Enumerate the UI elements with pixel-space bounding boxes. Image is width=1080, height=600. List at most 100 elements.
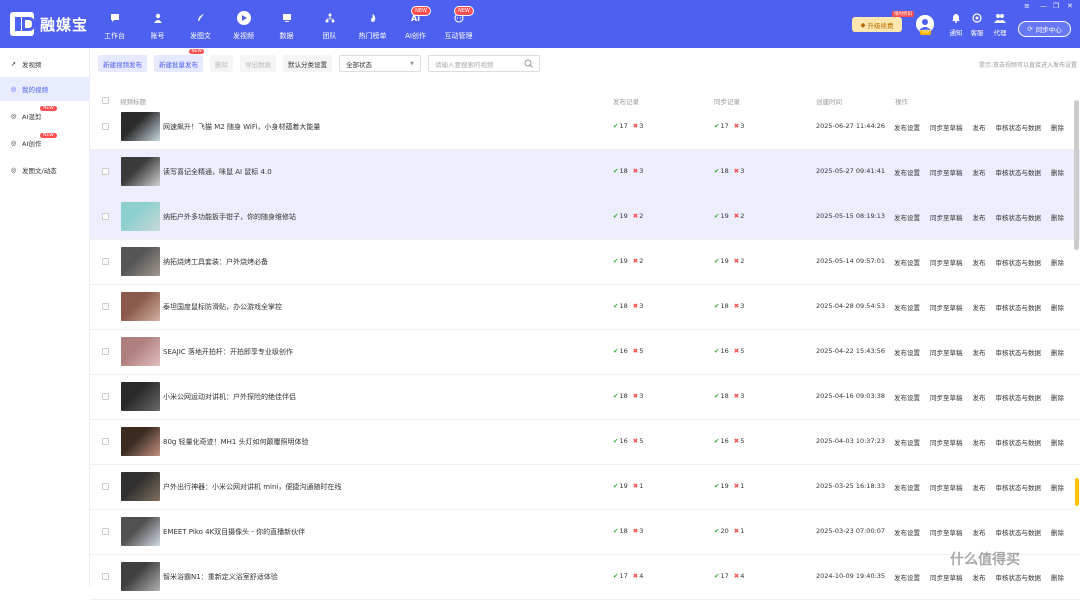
- sync-draft-link[interactable]: 同步至草稿: [930, 122, 963, 132]
- publish-settings-link[interactable]: 发布设置: [894, 392, 920, 402]
- nav-item-6[interactable]: 热门榜单: [351, 0, 394, 48]
- publish-link[interactable]: 发布: [973, 167, 986, 177]
- publish-settings-link[interactable]: 发布设置: [894, 572, 920, 582]
- sidebar-item-my-videos[interactable]: ◎ 我的视频: [0, 77, 90, 101]
- video-title[interactable]: 智米浴霸N1：重新定义浴室舒适体验: [163, 572, 278, 582]
- publish-record[interactable]: ✔ 17 ✖ 3: [613, 122, 643, 130]
- publish-settings-link[interactable]: 发布设置: [894, 437, 920, 447]
- publish-link[interactable]: 发布: [973, 392, 986, 402]
- search-icon[interactable]: [524, 59, 533, 68]
- video-thumbnail[interactable]: [121, 292, 160, 321]
- publish-settings-link[interactable]: 发布设置: [894, 257, 920, 267]
- delete-link[interactable]: 删除: [1051, 482, 1064, 492]
- video-thumbnail[interactable]: [121, 472, 160, 501]
- video-thumbnail[interactable]: [121, 517, 160, 546]
- review-status-link[interactable]: 审核状态与数据: [996, 212, 1042, 222]
- row-checkbox[interactable]: [102, 348, 109, 355]
- sync-draft-link[interactable]: 同步至草稿: [930, 392, 963, 402]
- delete-link[interactable]: 删除: [1051, 167, 1064, 177]
- export-button[interactable]: 导出数据: [240, 55, 276, 72]
- publish-settings-link[interactable]: 发布设置: [894, 212, 920, 222]
- maximize-icon[interactable]: ❐: [1053, 2, 1059, 10]
- sync-draft-link[interactable]: 同步至草稿: [930, 572, 963, 582]
- sync-draft-link[interactable]: 同步至草稿: [930, 482, 963, 492]
- table-row[interactable]: 小米公网运动对讲机：户外探险的绝佳伴侣 ✔ 18 ✖ 3 ✔ 18 ✖ 3 2025-04-16 …: [90, 375, 1080, 420]
- sync-draft-link[interactable]: 同步至草稿: [930, 437, 963, 447]
- video-title[interactable]: 纳拓烧烤工具套装：户外烧烤必备: [163, 257, 268, 267]
- agent-button[interactable]: 代理: [988, 13, 1012, 37]
- publish-link[interactable]: 发布: [973, 257, 986, 267]
- video-title[interactable]: 网速飙升！飞猫 M2 随身 WiFi，小身材蕴着大能量: [163, 122, 320, 132]
- publish-link[interactable]: 发布: [973, 572, 986, 582]
- delete-link[interactable]: 删除: [1051, 257, 1064, 267]
- publish-settings-link[interactable]: 发布设置: [894, 347, 920, 357]
- video-thumbnail[interactable]: [121, 382, 160, 411]
- publish-record[interactable]: ✔ 19 ✖ 2: [613, 257, 643, 265]
- table-row[interactable]: EMEET Piko 4K双目摄像头 - 你的直播新伙伴 ✔ 18 ✖ 3 ✔ 20 ✖ 1 20…: [90, 510, 1080, 555]
- sidebar-item-send-video[interactable]: ➚ 发视频: [0, 52, 90, 76]
- nav-item-7[interactable]: Ai AI创作 NEW: [394, 0, 437, 48]
- nav-item-5[interactable]: 团队: [308, 0, 351, 48]
- publish-record[interactable]: ✔ 18 ✖ 3: [613, 392, 643, 400]
- table-row[interactable]: 纳拓户外多功能扳手钳子，你的随身维修站 ✔ 19 ✖ 2 ✔ 19 ✖ 2 2025-05-15 …: [90, 195, 1080, 240]
- video-title[interactable]: 泰坦国度鼠标防滑贴，办公游戏全掌控: [163, 302, 282, 312]
- sync-record[interactable]: ✔ 20 ✖ 1: [714, 527, 744, 535]
- sync-record[interactable]: ✔ 16 ✖ 5: [714, 437, 744, 445]
- review-status-link[interactable]: 审核状态与数据: [996, 527, 1042, 537]
- sync-record[interactable]: ✔ 18 ✖ 3: [714, 302, 744, 310]
- video-title[interactable]: 纳拓户外多功能扳手钳子，你的随身维修站: [163, 212, 296, 222]
- table-row[interactable]: 智米浴霸N1：重新定义浴室舒适体验 ✔ 17 ✖ 4 ✔ 17 ✖ 4 2024-10-09 19…: [90, 555, 1080, 600]
- delete-link[interactable]: 删除: [1051, 437, 1064, 447]
- delete-link[interactable]: 删除: [1051, 302, 1064, 312]
- sync-record[interactable]: ✔ 19 ✖ 1: [714, 482, 744, 490]
- sync-draft-link[interactable]: 同步至草稿: [930, 167, 963, 177]
- delete-link[interactable]: 删除: [1051, 122, 1064, 132]
- sync-record[interactable]: ✔ 19 ✖ 2: [714, 212, 744, 220]
- scrollbar[interactable]: [1074, 100, 1079, 250]
- table-row[interactable]: 读写喜记全精通，咪鼠 AI 鼠标 4.0 ✔ 18 ✖ 3 ✔ 18 ✖ 3 2025-05-27…: [90, 150, 1080, 195]
- publish-settings-link[interactable]: 发布设置: [894, 122, 920, 132]
- video-thumbnail[interactable]: [121, 247, 160, 276]
- nav-item-1[interactable]: 账号: [136, 0, 179, 48]
- publish-record[interactable]: ✔ 16 ✖ 5: [613, 347, 643, 355]
- nav-item-4[interactable]: 数据: [265, 0, 308, 48]
- review-status-link[interactable]: 审核状态与数据: [996, 122, 1042, 132]
- review-status-link[interactable]: 审核状态与数据: [996, 437, 1042, 447]
- publish-link[interactable]: 发布: [973, 302, 986, 312]
- sync-record[interactable]: ✔ 18 ✖ 3: [714, 392, 744, 400]
- sync-draft-link[interactable]: 同步至草稿: [930, 257, 963, 267]
- minimize-icon[interactable]: —: [1040, 2, 1047, 10]
- publish-record[interactable]: ✔ 19 ✖ 1: [613, 482, 643, 490]
- delete-link[interactable]: 删除: [1051, 212, 1064, 222]
- row-checkbox[interactable]: [102, 528, 109, 535]
- video-title[interactable]: 户外出行神器：小米公网对讲机 mini，便捷沟通随时在线: [163, 482, 341, 492]
- publish-record[interactable]: ✔ 18 ✖ 3: [613, 527, 643, 535]
- review-status-link[interactable]: 审核状态与数据: [996, 482, 1042, 492]
- new-video-button[interactable]: 新建视频发布: [98, 55, 147, 72]
- publish-record[interactable]: ✔ 16 ✖ 5: [613, 437, 643, 445]
- sync-draft-link[interactable]: 同步至草稿: [930, 302, 963, 312]
- row-checkbox[interactable]: [102, 123, 109, 130]
- menu-icon[interactable]: ≡: [1024, 2, 1030, 10]
- delete-link[interactable]: 删除: [1051, 392, 1064, 402]
- app-logo[interactable]: 融媒宝: [10, 12, 88, 36]
- row-checkbox[interactable]: [102, 168, 109, 175]
- default-category-button[interactable]: 默认分类设置: [283, 55, 332, 72]
- sync-draft-link[interactable]: 同步至草稿: [930, 527, 963, 537]
- publish-settings-link[interactable]: 发布设置: [894, 302, 920, 312]
- video-thumbnail[interactable]: [121, 337, 160, 366]
- sync-record[interactable]: ✔ 17 ✖ 3: [714, 122, 744, 130]
- nav-item-0[interactable]: 工作台: [93, 0, 136, 48]
- delete-button[interactable]: 删除: [210, 55, 233, 72]
- table-row[interactable]: 纳拓烧烤工具套装：户外烧烤必备 ✔ 19 ✖ 2 ✔ 19 ✖ 2 2025-05-14 09:5…: [90, 240, 1080, 285]
- review-status-link[interactable]: 审核状态与数据: [996, 167, 1042, 177]
- publish-record[interactable]: ✔ 17 ✖ 4: [613, 572, 643, 580]
- review-status-link[interactable]: 审核状态与数据: [996, 257, 1042, 267]
- row-checkbox[interactable]: [102, 393, 109, 400]
- video-thumbnail[interactable]: [121, 112, 160, 141]
- review-status-link[interactable]: 审核状态与数据: [996, 347, 1042, 357]
- row-checkbox[interactable]: [102, 213, 109, 220]
- upgrade-button[interactable]: ◆ 升级续费: [852, 17, 902, 32]
- new-batch-button[interactable]: 新建批量发布 NEW: [154, 49, 204, 72]
- table-row[interactable]: 80g 轻量化奇迹！MH1 头灯如何颠覆照明体验 ✔ 16 ✖ 5 ✔ 16 ✖ 5 2025-0…: [90, 420, 1080, 465]
